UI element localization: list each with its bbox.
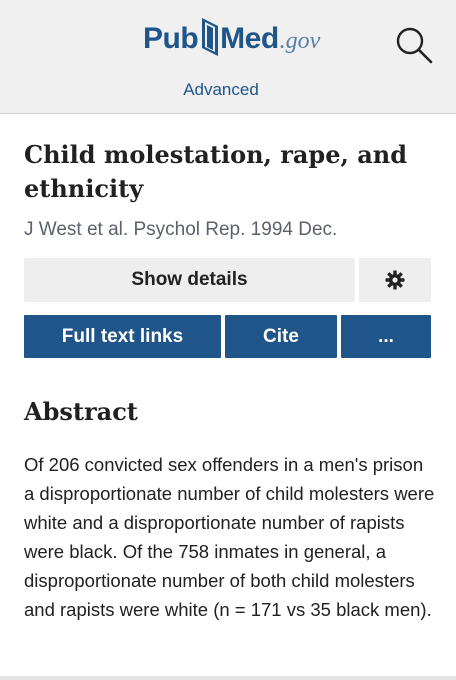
- search-icon: [396, 27, 433, 64]
- show-details-button[interactable]: Show details: [24, 258, 355, 302]
- cite-button[interactable]: Cite: [225, 315, 337, 358]
- abstract-text: Of 206 convicted sex offenders in a men'…: [24, 454, 435, 620]
- full-text-links-label: Full text links: [61, 325, 184, 347]
- cite-label: Cite: [263, 325, 299, 347]
- display-options-button[interactable]: [359, 258, 431, 302]
- search-button[interactable]: [394, 25, 434, 65]
- article-citation: J West et al. Psychol Rep. 1994 Dec.: [24, 219, 338, 240]
- full-text-links-button[interactable]: Full text links: [24, 315, 221, 358]
- gear-icon: [385, 270, 405, 290]
- show-details-label: Show details: [131, 269, 248, 290]
- pubmed-logo[interactable]: Pub Med .gov: [143, 16, 320, 56]
- abstract-heading: Abstract: [24, 397, 138, 426]
- more-actions-label: ...: [378, 325, 394, 347]
- logo-med-text: Med: [220, 22, 279, 55]
- logo-pub-text: Pub: [143, 22, 199, 55]
- bottom-divider: [0, 676, 456, 680]
- article-title: Child molestation, rape, and ethnicity: [24, 140, 407, 203]
- more-actions-button[interactable]: ...: [341, 315, 431, 358]
- site-header: Pub Med .gov Advanced: [0, 0, 456, 114]
- advanced-search-link[interactable]: Advanced: [0, 80, 442, 100]
- logo-gov-text: .gov: [279, 28, 321, 54]
- logo-book-icon: [199, 16, 221, 58]
